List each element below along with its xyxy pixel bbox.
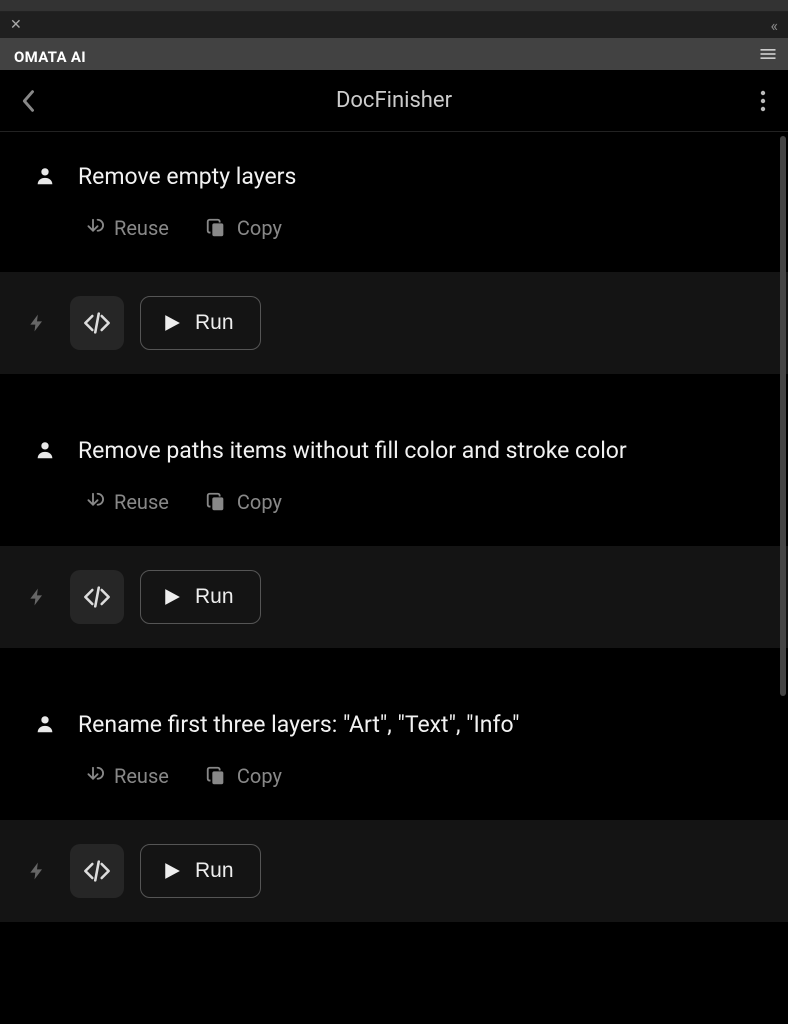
run-label: Run — [195, 585, 234, 609]
collapse-icon[interactable]: « — [770, 16, 778, 35]
user-prompt: Rename first three layers: "Art", "Text"… — [0, 710, 788, 740]
user-icon — [34, 165, 56, 187]
run-button[interactable]: Run — [140, 844, 261, 898]
spacer — [0, 374, 788, 436]
run-label: Run — [195, 859, 234, 883]
page-title: DocFinisher — [50, 88, 738, 113]
copy-button[interactable]: Copy — [205, 216, 282, 240]
tab-omata-ai[interactable]: OMATA AI — [0, 38, 100, 70]
prompt-text: Remove empty layers — [78, 162, 296, 192]
copy-button[interactable]: Copy — [205, 490, 282, 514]
window-chrome — [0, 0, 788, 12]
hamburger-icon[interactable] — [748, 38, 788, 70]
reuse-button[interactable]: Reuse — [82, 764, 169, 788]
user-prompt: Remove empty layers — [0, 162, 788, 192]
prompt-actions: Reuse Copy — [0, 740, 788, 820]
copy-button[interactable]: Copy — [205, 764, 282, 788]
page-header: DocFinisher — [0, 70, 788, 132]
user-icon — [34, 713, 56, 735]
panel-close-bar: ✕ « — [0, 12, 788, 38]
reuse-button[interactable]: Reuse — [82, 216, 169, 240]
reuse-label: Reuse — [114, 490, 169, 514]
code-button[interactable] — [70, 570, 124, 624]
reuse-button[interactable]: Reuse — [82, 490, 169, 514]
run-bar: Run — [0, 820, 788, 922]
spacer — [0, 648, 788, 710]
more-menu-icon[interactable] — [738, 89, 766, 113]
conversation-entry: Rename first three layers: "Art", "Text"… — [0, 710, 788, 922]
prompt-text: Remove paths items without fill color an… — [78, 436, 627, 466]
tab-bar: OMATA AI — [0, 38, 788, 70]
copy-label: Copy — [237, 216, 282, 240]
close-icon[interactable]: ✕ — [10, 17, 22, 33]
run-button[interactable]: Run — [140, 296, 261, 350]
code-button[interactable] — [70, 296, 124, 350]
back-button[interactable] — [22, 89, 50, 113]
bolt-icon — [20, 584, 54, 610]
copy-label: Copy — [237, 764, 282, 788]
run-bar: Run — [0, 546, 788, 648]
tab-label: OMATA AI — [14, 48, 86, 66]
scrollbar[interactable] — [780, 136, 786, 696]
content-scroll: Remove empty layers Reuse Copy Run — [0, 132, 788, 1024]
run-label: Run — [195, 311, 234, 335]
reuse-label: Reuse — [114, 216, 169, 240]
prompt-actions: Reuse Copy — [0, 466, 788, 546]
bolt-icon — [20, 858, 54, 884]
reuse-label: Reuse — [114, 764, 169, 788]
prompt-text: Rename first three layers: "Art", "Text"… — [78, 710, 519, 740]
conversation-entry: Remove empty layers Reuse Copy Run — [0, 162, 788, 374]
run-bar: Run — [0, 272, 788, 374]
code-button[interactable] — [70, 844, 124, 898]
user-prompt: Remove paths items without fill color an… — [0, 436, 788, 466]
bolt-icon — [20, 310, 54, 336]
copy-label: Copy — [237, 490, 282, 514]
prompt-actions: Reuse Copy — [0, 192, 788, 272]
user-icon — [34, 439, 56, 461]
conversation-entry: Remove paths items without fill color an… — [0, 436, 788, 648]
run-button[interactable]: Run — [140, 570, 261, 624]
